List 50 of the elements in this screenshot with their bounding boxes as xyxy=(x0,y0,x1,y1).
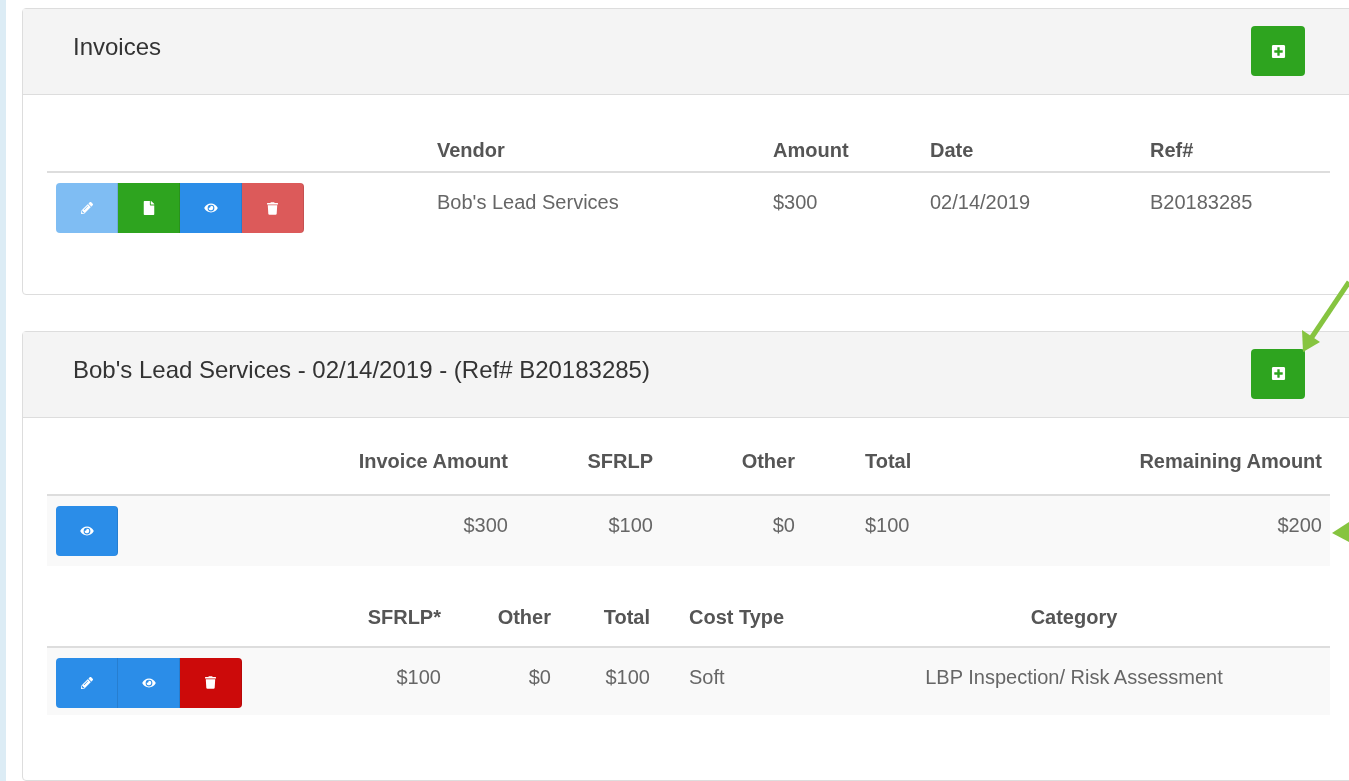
table-cell: Soft xyxy=(689,665,725,688)
annotation-arrow xyxy=(1302,280,1349,352)
table-cell: $300 xyxy=(463,513,508,536)
column-header: SFRLP* xyxy=(367,605,441,628)
column-header: SFRLP xyxy=(587,449,653,472)
column-header: Amount xyxy=(773,139,849,161)
table-cell: $100 xyxy=(605,665,650,688)
view-button[interactable] xyxy=(180,183,242,233)
column-header: Vendor xyxy=(437,139,505,161)
add-button[interactable] xyxy=(1251,348,1305,399)
column-header: Other xyxy=(497,605,551,628)
column-header: Cost Type xyxy=(689,605,785,628)
table-cell: B20183285 xyxy=(1150,191,1253,213)
pencil-icon xyxy=(80,202,93,214)
panel-title: Invoices xyxy=(73,32,162,62)
edit-button[interactable] xyxy=(56,657,118,708)
table-cell: $300 xyxy=(773,191,818,213)
table-cell: Bob's Lead Services xyxy=(437,191,619,213)
annotation-arrow xyxy=(1332,522,1349,542)
delete-button[interactable] xyxy=(180,657,242,708)
view-button[interactable] xyxy=(118,657,180,708)
table-cell: $200 xyxy=(1277,513,1322,536)
document-button[interactable] xyxy=(118,183,180,233)
table-cell: 02/14/2019 xyxy=(930,191,1031,213)
trash-icon xyxy=(267,201,278,215)
table-cell: $100 xyxy=(865,513,910,536)
table-cell: $0 xyxy=(528,665,551,688)
plus-icon xyxy=(1270,43,1286,59)
document-icon xyxy=(142,201,155,215)
column-header: Other xyxy=(741,449,795,472)
column-header: Ref# xyxy=(1150,139,1194,161)
table-cell: $100 xyxy=(396,665,441,688)
column-header: Category xyxy=(1030,605,1118,628)
eye-icon xyxy=(140,676,157,689)
view-button[interactable] xyxy=(56,505,118,556)
trash-icon xyxy=(205,676,216,690)
eye-icon xyxy=(78,524,95,537)
column-header: Total xyxy=(603,605,650,628)
eye-icon xyxy=(202,202,219,214)
table-cell: $100 xyxy=(608,513,653,536)
add-button[interactable] xyxy=(1251,26,1305,76)
column-header: Remaining Amount xyxy=(1139,449,1322,472)
column-header: Total xyxy=(865,449,912,472)
table-cell: LBP Inspection/ Risk Assessment xyxy=(925,665,1223,688)
table-cell: $0 xyxy=(772,513,795,536)
column-header: Date xyxy=(930,139,974,161)
pencil-icon xyxy=(80,676,93,689)
panel-title: Bob's Lead Services - 02/14/2019 - (Ref# B20183285) xyxy=(73,354,650,385)
column-header: Invoice Amount xyxy=(358,449,508,472)
plus-icon xyxy=(1270,366,1286,382)
